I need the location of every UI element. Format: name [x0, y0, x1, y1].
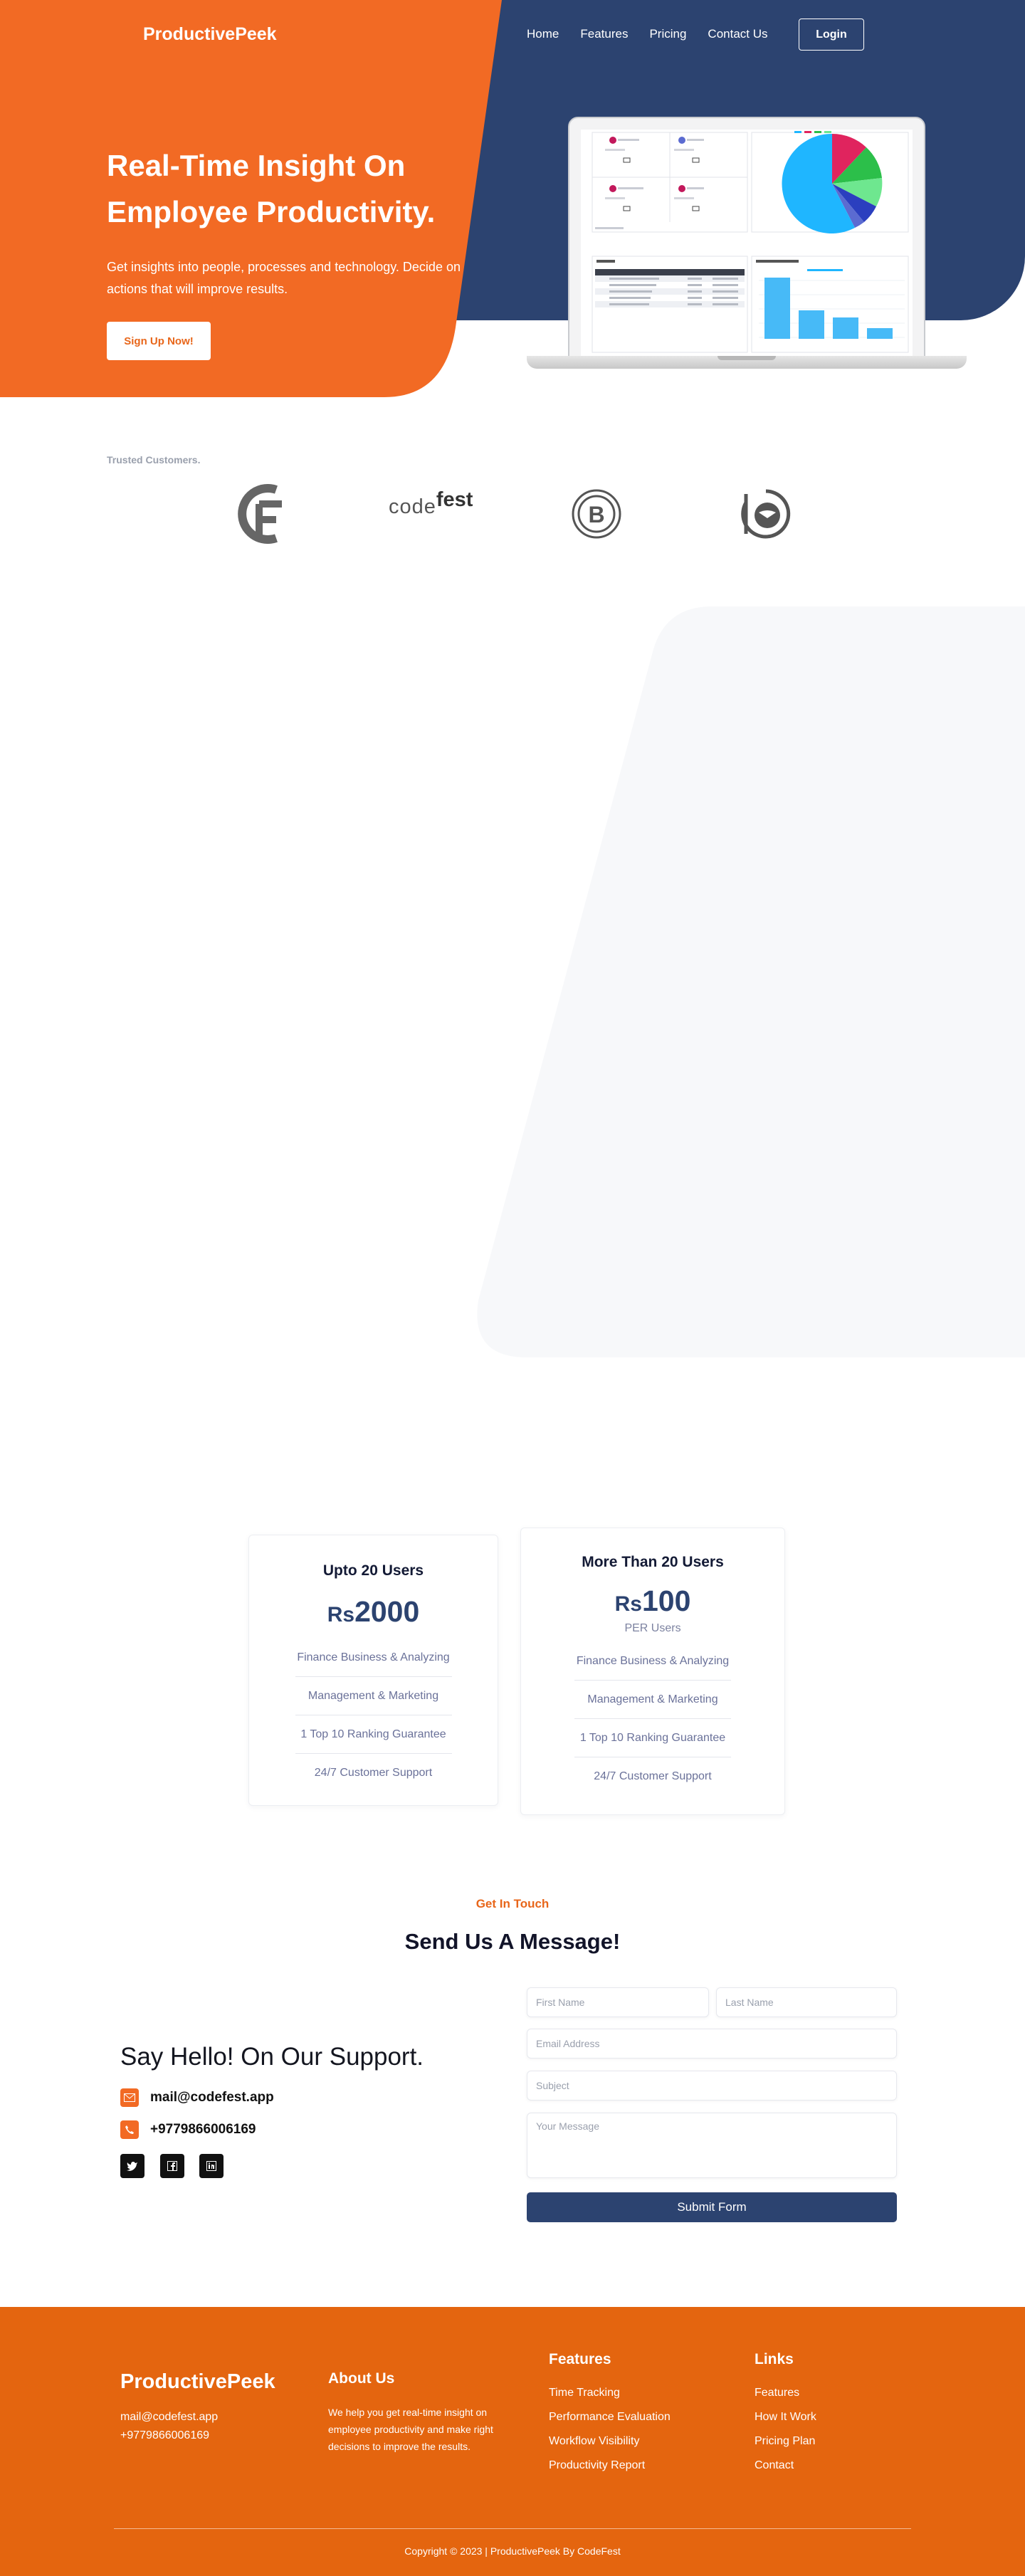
twitter-icon[interactable] — [120, 2154, 144, 2178]
bird-logo — [741, 489, 791, 539]
plan-feature: Management & Marketing — [574, 1681, 731, 1719]
signup-button[interactable]: Sign Up Now! — [107, 322, 211, 360]
trusted-customers-label: Trusted Customers. — [107, 454, 201, 466]
email-input[interactable] — [527, 2029, 897, 2059]
b-logo: B — [572, 489, 621, 539]
plan-feature: 1 Top 10 Ranking Guarantee — [574, 1719, 731, 1757]
footer-link[interactable]: Contact — [755, 2459, 794, 2472]
nav-link-home[interactable]: Home — [527, 27, 559, 41]
plan-features: Finance Business & Analyzing Management … — [249, 1639, 498, 1792]
nav-link-contact[interactable]: Contact Us — [708, 27, 767, 41]
footer-phone[interactable]: +9779866006169 — [120, 2429, 209, 2442]
footer-feature-link[interactable]: Productivity Report — [549, 2459, 645, 2472]
footer-features-heading: Features — [549, 2351, 611, 2367]
pricing-card-basic: Upto 20 Users Rs2000 Finance Business & … — [248, 1535, 498, 1806]
plan-feature: Management & Marketing — [295, 1677, 452, 1715]
codefest-logo-text-code: code — [389, 495, 436, 518]
contact-phone-text: +9779866006169 — [150, 2122, 256, 2137]
phone-icon — [120, 2120, 139, 2139]
footer-about-text: We help you get real-time insight on emp… — [328, 2407, 493, 2452]
nav-link-pricing[interactable]: Pricing — [649, 27, 686, 41]
contact-email[interactable]: mail@codefest.app — [120, 2088, 274, 2107]
plan-price: Rs2000 — [249, 1595, 498, 1629]
footer-link[interactable]: Features — [755, 2387, 799, 2399]
last-name-input[interactable] — [716, 1987, 897, 2017]
plan-currency: Rs — [614, 1592, 642, 1616]
nav-links: Home Features Pricing Contact Us — [527, 27, 768, 41]
footer-feature-link[interactable]: Workflow Visibility — [549, 2435, 639, 2448]
hero-title: Real-Time Insight On Employee Productivi… — [107, 149, 436, 228]
footer-email[interactable]: mail@codefest.app — [120, 2411, 218, 2424]
footer-feature-link[interactable]: Time Tracking — [549, 2387, 620, 2399]
plan-feature: Finance Business & Analyzing — [574, 1642, 731, 1681]
plan-currency: Rs — [327, 1603, 355, 1626]
footer-feature-link[interactable]: Performance Evaluation — [549, 2411, 671, 2424]
contact-eyebrow: Get In Touch — [475, 1897, 550, 1910]
plan-price: Rs100 — [521, 1587, 784, 1622]
plan-feature: 1 Top 10 Ranking Guarantee — [295, 1715, 452, 1754]
footer-link[interactable]: How It Work — [755, 2411, 816, 2424]
dashboard-illustration — [581, 130, 913, 356]
subject-input[interactable] — [527, 2071, 897, 2101]
plan-per-unit: PER Users — [624, 1622, 681, 1634]
plan-feature: Finance Business & Analyzing — [295, 1639, 452, 1677]
codefest-logo-text-fest: fest — [436, 488, 473, 511]
pricing-card-scale: More Than 20 Users Rs100 PER Users Finan… — [520, 1528, 785, 1815]
brand-logo[interactable]: ProductivePeek — [143, 24, 277, 45]
plan-amount: 2000 — [354, 1595, 420, 1628]
plan-name: More Than 20 Users — [582, 1554, 724, 1570]
nav-link-features[interactable]: Features — [580, 27, 628, 41]
plan-name: Upto 20 Users — [322, 1562, 424, 1579]
footer-about-heading: About Us — [328, 2370, 395, 2387]
support-heading: Say Hello! On Our Support. — [120, 2043, 424, 2071]
footer-divider — [114, 2528, 911, 2529]
codefest-logo: codefest — [389, 488, 473, 519]
envelope-icon — [120, 2088, 139, 2107]
footer-link[interactable]: Pricing Plan — [755, 2435, 815, 2448]
dashboard-screenshot — [581, 130, 913, 356]
footer: ProductivePeek mail@codefest.app +977986… — [0, 2307, 1025, 2576]
linkedin-icon[interactable] — [199, 2154, 224, 2178]
contact-email-text: mail@codefest.app — [150, 2090, 274, 2105]
footer-copyright: Copyright © 2023 | ProductivePeek By Cod… — [404, 2545, 621, 2557]
fc-logo — [238, 484, 282, 544]
footer-links-heading: Links — [755, 2351, 794, 2367]
footer-brand[interactable]: ProductivePeek — [120, 2370, 275, 2394]
submit-form-button[interactable]: Submit Form — [527, 2192, 897, 2222]
plan-features: Finance Business & Analyzing Management … — [521, 1642, 784, 1795]
hero-subtitle: Get insights into people, processes and … — [107, 260, 461, 296]
plan-feature: 24/7 Customer Support — [314, 1767, 433, 1779]
facebook-icon[interactable] — [160, 2154, 184, 2178]
contact-phone[interactable]: +9779866006169 — [120, 2120, 256, 2139]
message-textarea[interactable] — [527, 2113, 897, 2178]
login-button[interactable]: Login — [799, 19, 864, 51]
plan-amount: 100 — [641, 1584, 691, 1617]
decorative-shape — [477, 606, 1025, 1357]
laptop-mockup — [568, 117, 925, 359]
svg-text:B: B — [588, 502, 604, 527]
navbar: ProductivePeek Home Features Pricing Con… — [0, 0, 1025, 70]
plan-feature: 24/7 Customer Support — [594, 1770, 712, 1782]
first-name-input[interactable] — [527, 1987, 709, 2017]
contact-title: Send Us A Message! — [404, 1929, 621, 1954]
laptop-notch — [718, 356, 776, 360]
